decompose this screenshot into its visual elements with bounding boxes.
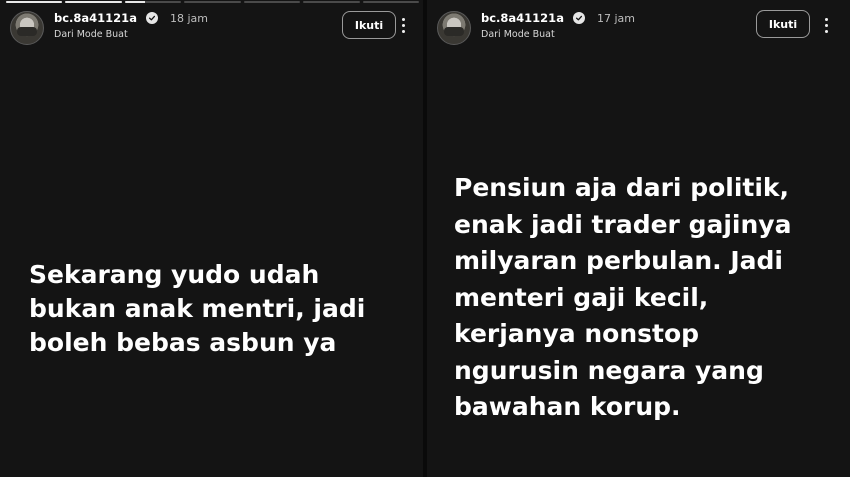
- follow-button[interactable]: Ikuti: [756, 10, 810, 38]
- vertical-ellipsis-icon[interactable]: [818, 13, 834, 37]
- vertical-ellipsis-icon[interactable]: [395, 13, 411, 37]
- avatar[interactable]: [10, 11, 44, 45]
- avatar[interactable]: [437, 11, 471, 45]
- username[interactable]: bc.8a41121a: [481, 11, 564, 25]
- progress-segment: [65, 1, 122, 3]
- progress-segment: [362, 1, 419, 3]
- story-subtitle: Dari Mode Buat: [481, 29, 555, 40]
- story-panel-left: bc.8a41121a 18 jam Dari Mode Buat Ikuti …: [0, 0, 423, 477]
- story-subtitle: Dari Mode Buat: [54, 29, 128, 40]
- story-header: bc.8a41121a 18 jam Dari Mode Buat Ikuti: [10, 8, 413, 45]
- story-progress-bar: [6, 1, 419, 3]
- progress-segment: [184, 1, 241, 3]
- follow-button[interactable]: Ikuti: [342, 11, 396, 39]
- user-line: bc.8a41121a 18 jam: [54, 11, 208, 25]
- progress-segment: [124, 1, 182, 3]
- username[interactable]: bc.8a41121a: [54, 11, 137, 25]
- progress-segment: [243, 1, 301, 3]
- verified-badge-icon: [572, 12, 585, 24]
- post-time: 18 jam: [169, 11, 208, 25]
- story-text: Sekarang yudo udah bukan anak mentri, ja…: [29, 260, 366, 357]
- story-panel-right: bc.8a41121a 17 jam Dari Mode Buat Ikuti …: [427, 0, 850, 477]
- user-line: bc.8a41121a 17 jam: [481, 11, 635, 25]
- verified-badge-icon: [145, 12, 158, 24]
- progress-segment: [6, 1, 63, 3]
- story-text: Pensiun aja dari politik, enak jadi trad…: [454, 173, 792, 421]
- progress-segment: [303, 1, 360, 3]
- post-time: 17 jam: [596, 11, 635, 25]
- story-header: bc.8a41121a 17 jam Dari Mode Buat Ikuti: [437, 8, 840, 45]
